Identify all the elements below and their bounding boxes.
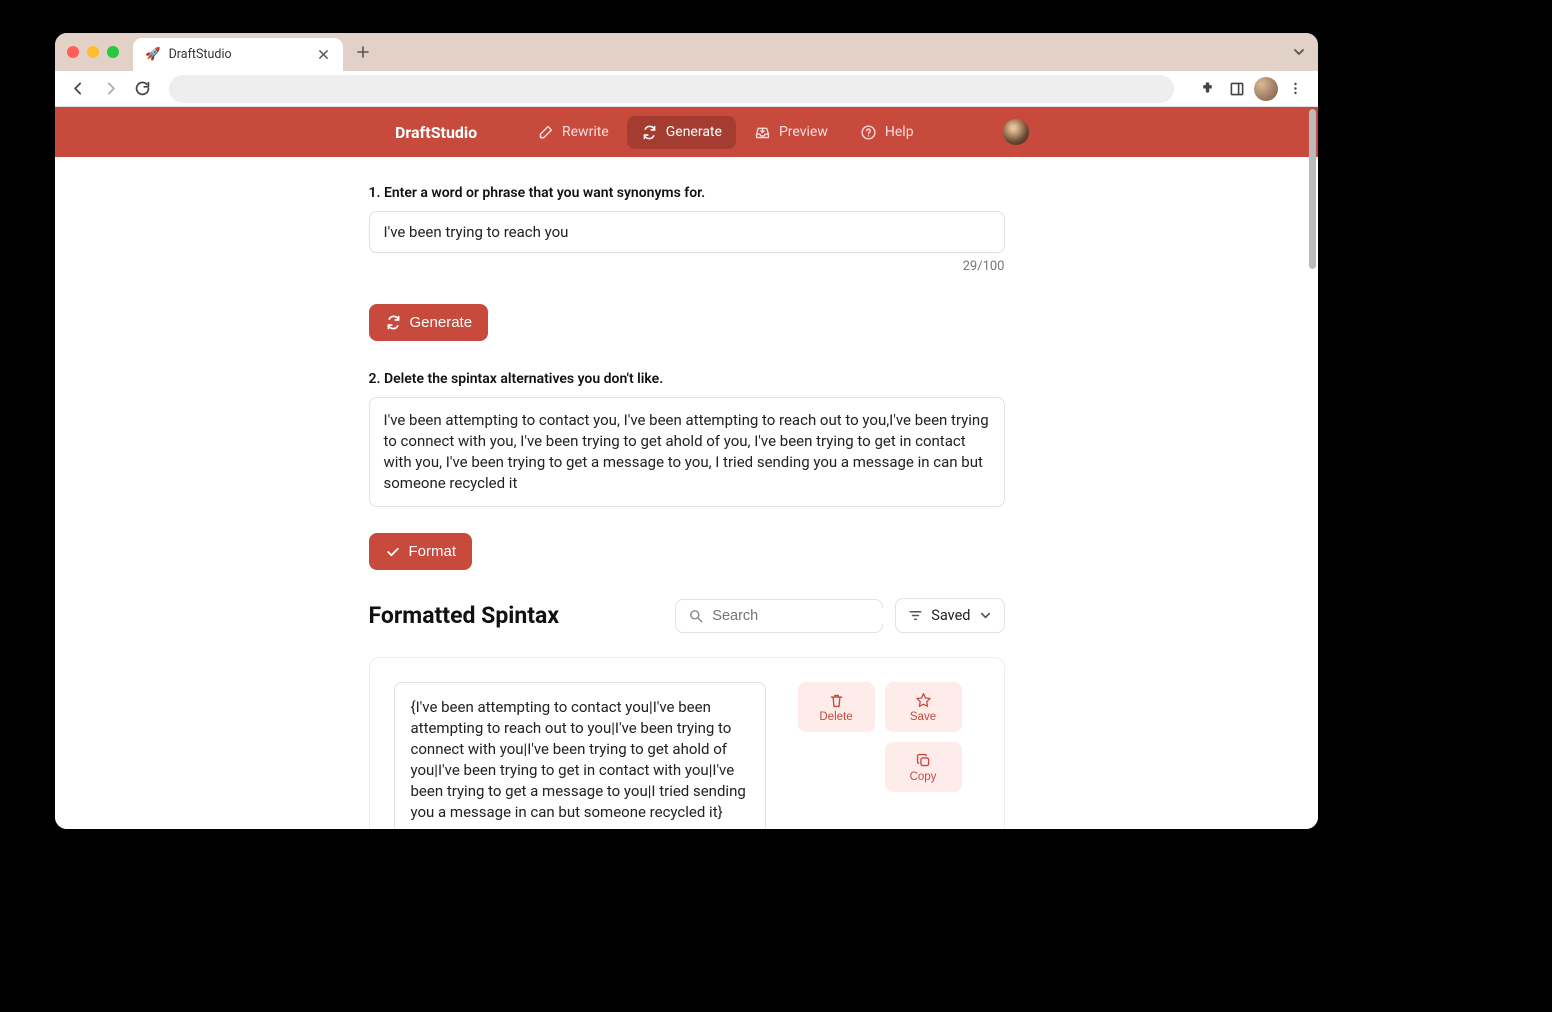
user-avatar[interactable] — [1003, 119, 1029, 145]
filter-dropdown[interactable]: Saved — [895, 598, 1004, 633]
chevron-down-icon — [979, 609, 992, 622]
tab-favicon: 🚀 — [145, 47, 161, 62]
refresh-icon — [385, 314, 402, 331]
browser-tab-bar: 🚀 DraftStudio — [55, 33, 1318, 71]
button-label: Generate — [410, 314, 473, 331]
alternatives-textarea[interactable] — [369, 397, 1005, 507]
new-tab-button[interactable] — [353, 42, 373, 62]
nav-label: Help — [885, 124, 914, 140]
card-actions: Delete Save Copy — [798, 682, 962, 792]
panel-icon[interactable] — [1224, 76, 1250, 102]
scrollbar[interactable] — [1309, 109, 1316, 269]
nav-generate[interactable]: Generate — [627, 116, 736, 149]
step2-label: 2. Delete the spintax alternatives you d… — [369, 371, 1005, 387]
results-title: Formatted Spintax — [369, 602, 664, 629]
back-button[interactable] — [65, 76, 91, 102]
save-button[interactable]: Save — [885, 682, 962, 732]
copy-button[interactable]: Copy — [885, 742, 962, 792]
nav-preview[interactable]: Preview — [740, 116, 842, 149]
window-close-button[interactable] — [67, 46, 79, 58]
results-header: Formatted Spintax Saved — [369, 598, 1005, 633]
edit-icon — [537, 124, 554, 141]
button-label: Copy — [910, 771, 937, 783]
check-icon — [385, 544, 401, 560]
button-label: Delete — [819, 711, 852, 723]
tab-title: DraftStudio — [169, 47, 232, 62]
inbox-icon — [754, 124, 771, 141]
phrase-input[interactable] — [369, 211, 1005, 253]
menu-icon[interactable] — [1282, 76, 1308, 102]
extensions-icon[interactable] — [1194, 76, 1220, 102]
button-label: Save — [910, 711, 936, 723]
profile-avatar[interactable] — [1254, 77, 1278, 101]
app-viewport: DraftStudio Rewrite Generate — [55, 107, 1318, 829]
app-title: DraftStudio — [395, 123, 477, 142]
search-icon — [688, 608, 704, 624]
char-counter: 29/100 — [369, 259, 1005, 274]
search-input[interactable] — [712, 608, 899, 624]
nav-rewrite[interactable]: Rewrite — [523, 116, 623, 149]
filter-icon — [908, 608, 923, 623]
button-label: Format — [409, 543, 457, 560]
spintax-output[interactable]: {I've been attempting to contact you|I'v… — [394, 682, 766, 829]
question-icon — [860, 124, 877, 141]
refresh-icon — [641, 124, 658, 141]
format-button[interactable]: Format — [369, 533, 473, 570]
nav-label: Preview — [779, 124, 828, 140]
star-icon — [915, 692, 932, 709]
reload-button[interactable] — [129, 76, 155, 102]
main-content: 1. Enter a word or phrase that you want … — [369, 157, 1005, 829]
nav: Rewrite Generate Preview — [523, 116, 928, 149]
nav-help[interactable]: Help — [846, 116, 928, 149]
window-minimize-button[interactable] — [87, 46, 99, 58]
chevron-down-icon[interactable] — [1292, 45, 1306, 59]
copy-icon — [915, 752, 932, 769]
delete-button[interactable]: Delete — [798, 682, 875, 732]
close-icon[interactable] — [315, 47, 331, 63]
search-box[interactable] — [675, 599, 883, 633]
nav-label: Rewrite — [562, 124, 609, 140]
app-header: DraftStudio Rewrite Generate — [55, 107, 1318, 157]
browser-window: 🚀 DraftStudio — [55, 33, 1318, 829]
window-maximize-button[interactable] — [107, 46, 119, 58]
generate-button[interactable]: Generate — [369, 304, 489, 341]
filter-label: Saved — [931, 607, 970, 624]
nav-label: Generate — [666, 124, 722, 140]
browser-tab[interactable]: 🚀 DraftStudio — [133, 38, 343, 71]
forward-button[interactable] — [97, 76, 123, 102]
spintax-card: {I've been attempting to contact you|I'v… — [369, 657, 1005, 829]
url-bar[interactable] — [169, 75, 1174, 103]
browser-toolbar — [55, 71, 1318, 107]
window-controls — [67, 46, 119, 58]
trash-icon — [828, 692, 845, 709]
step1-label: 1. Enter a word or phrase that you want … — [369, 185, 1005, 201]
